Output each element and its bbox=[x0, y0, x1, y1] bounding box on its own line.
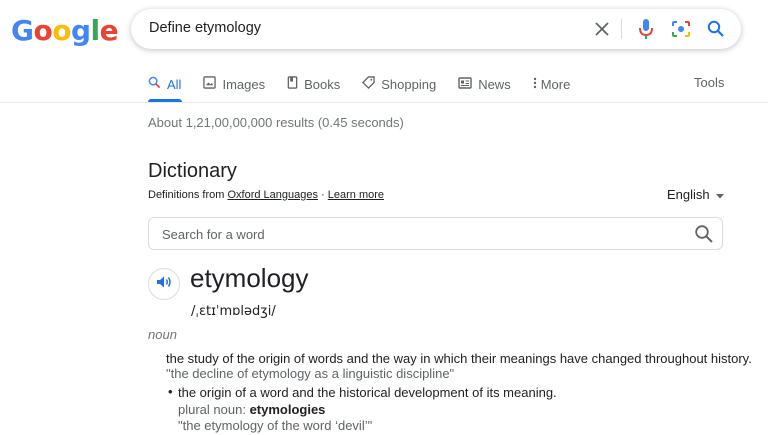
logo-letter: G bbox=[11, 14, 34, 47]
tab-shopping[interactable]: Shopping bbox=[362, 74, 436, 94]
divider bbox=[621, 19, 622, 39]
speaker-icon bbox=[156, 275, 172, 294]
tab-more[interactable]: More bbox=[533, 74, 571, 94]
definition-example: "the decline of etymology as a linguisti… bbox=[166, 366, 455, 381]
part-of-speech: noun bbox=[148, 327, 177, 342]
mic-icon[interactable] bbox=[634, 17, 658, 41]
tab-news[interactable]: News bbox=[458, 74, 511, 94]
definition-example: "the etymology of the word ‘devil’" bbox=[178, 418, 373, 433]
definition-text: the origin of a word and the historical … bbox=[178, 385, 557, 400]
search-tabs: All Images Books Shopping News More bbox=[148, 74, 592, 94]
language-label: English bbox=[667, 187, 710, 202]
search-icon bbox=[148, 76, 161, 92]
pronunciation-speaker-button[interactable] bbox=[148, 268, 180, 300]
plural-form: plural noun: etymologies bbox=[178, 402, 325, 417]
logo-letter: g bbox=[70, 14, 91, 47]
logo-letter: l bbox=[90, 14, 101, 47]
headword: etymology bbox=[190, 263, 309, 293]
result-stats: About 1,21,00,00,000 results (0.45 secon… bbox=[148, 115, 404, 130]
tab-all[interactable]: All bbox=[148, 74, 181, 94]
search-box[interactable]: Define etymology bbox=[131, 9, 741, 49]
tab-label: More bbox=[540, 76, 571, 92]
search-icon[interactable] bbox=[704, 17, 728, 41]
tag-icon bbox=[362, 76, 375, 92]
dictionary-title: Dictionary bbox=[148, 160, 237, 182]
search-icon[interactable] bbox=[694, 224, 714, 249]
separator: · bbox=[318, 189, 328, 201]
tools-button[interactable]: Tools bbox=[694, 75, 724, 90]
dictionary-source: Definitions from Oxford Languages · Lear… bbox=[148, 189, 384, 201]
book-icon bbox=[287, 76, 298, 92]
logo-letter: o bbox=[52, 14, 71, 47]
camera-icon[interactable] bbox=[669, 17, 693, 41]
learn-more-link[interactable]: Learn more bbox=[328, 189, 384, 201]
bullet-icon: • bbox=[168, 384, 173, 399]
word-search-placeholder: Search for a word bbox=[162, 227, 265, 242]
tab-label: Books bbox=[304, 76, 341, 92]
tab-images[interactable]: Images bbox=[203, 74, 265, 94]
plural-value: etymologies bbox=[249, 402, 326, 417]
search-input[interactable]: Define etymology bbox=[149, 20, 261, 36]
image-icon bbox=[203, 76, 217, 92]
tab-label: Shopping bbox=[381, 76, 437, 92]
phonetic-transcription: /ˌɛtɪˈmɒlədʒi/ bbox=[191, 304, 276, 319]
tab-books[interactable]: Books bbox=[287, 74, 340, 94]
language-selector[interactable]: English bbox=[667, 187, 724, 202]
source-prefix: Definitions from bbox=[148, 189, 228, 201]
tab-label: Images bbox=[222, 76, 266, 92]
logo-letter: o bbox=[33, 14, 53, 47]
divider bbox=[0, 102, 768, 103]
definition-text: the study of the origin of words and the… bbox=[166, 351, 752, 366]
close-icon[interactable] bbox=[590, 17, 614, 41]
google-logo[interactable]: Google bbox=[11, 14, 119, 47]
more-vert-icon bbox=[533, 77, 537, 92]
word-search-field[interactable]: Search for a word bbox=[148, 217, 723, 250]
logo-letter: e bbox=[99, 14, 119, 47]
news-icon bbox=[458, 76, 472, 92]
caret-down-icon bbox=[715, 187, 724, 202]
plural-label: plural noun: bbox=[178, 402, 250, 417]
tab-label: All bbox=[167, 76, 182, 92]
tab-label: News bbox=[478, 76, 511, 92]
oxford-languages-link[interactable]: Oxford Languages bbox=[227, 189, 318, 201]
